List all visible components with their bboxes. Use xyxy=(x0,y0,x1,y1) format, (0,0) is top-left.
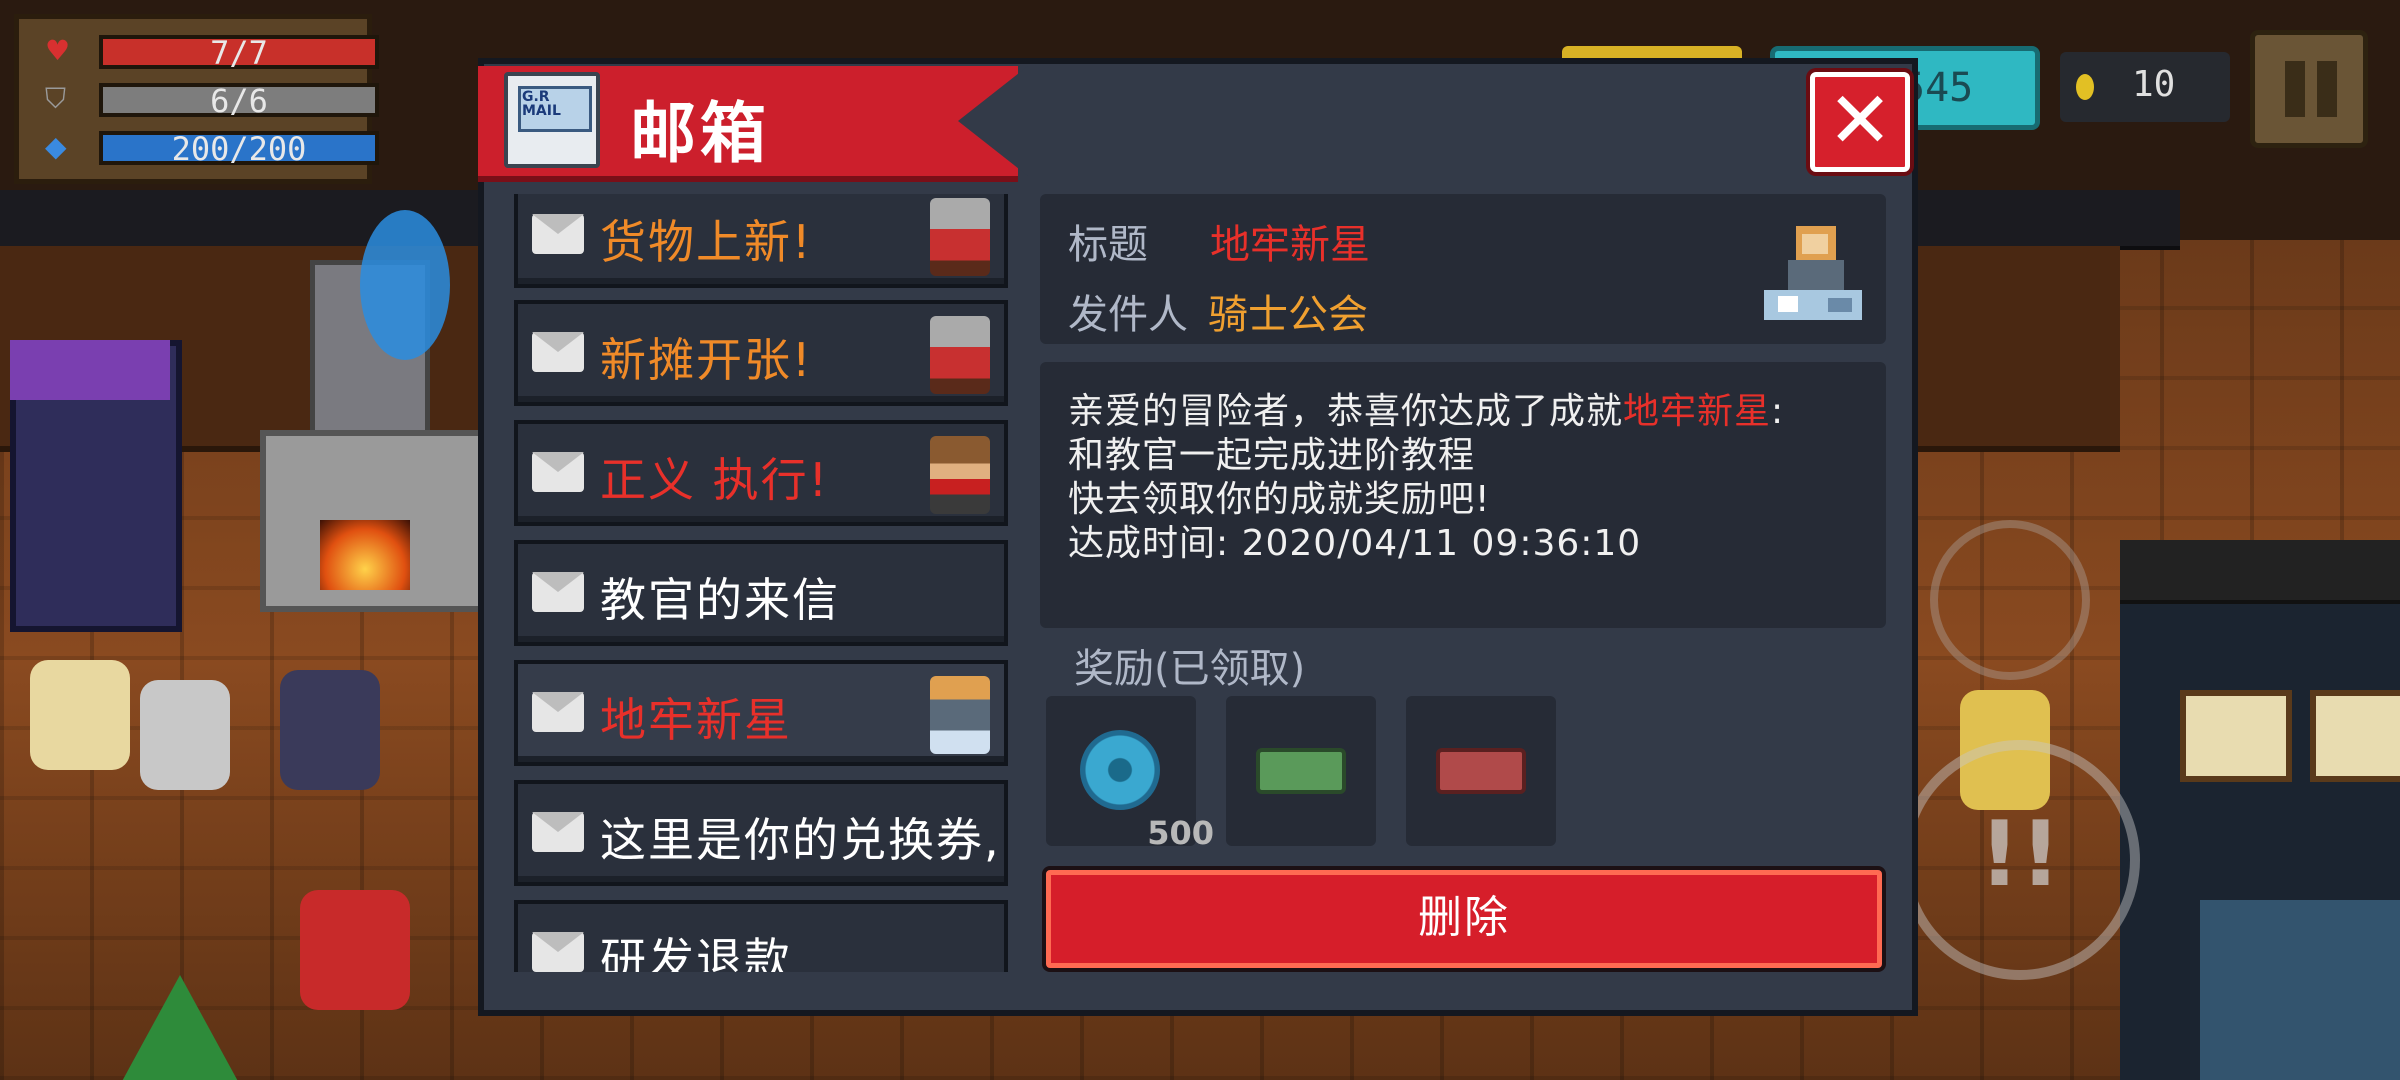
reward-slot xyxy=(1226,696,1376,846)
reward-slot: 500 xyxy=(1046,696,1214,852)
envelope-icon xyxy=(532,692,584,732)
subject-value: 地牢新星 xyxy=(1210,222,1370,268)
envelope-icon xyxy=(532,452,584,492)
mail-item-label: 教官的来信 xyxy=(600,573,840,627)
skill-button[interactable]: !! xyxy=(1900,740,2140,980)
christmas-tree xyxy=(120,975,240,1080)
reward-slot xyxy=(1406,696,1556,846)
achievement-name: 地牢新星 xyxy=(1623,391,1772,432)
reward-title: 奖励(已领取) xyxy=(1074,646,1306,692)
npc-character xyxy=(30,660,130,770)
pause-icon xyxy=(2317,61,2337,117)
subject-label: 标题 xyxy=(1068,222,1148,268)
mailbox-icon: G.R MAIL xyxy=(504,72,600,168)
coin-counter: 10 xyxy=(2060,52,2230,122)
mail-item[interactable]: 研发退款 xyxy=(514,900,1008,972)
dialog-header: G.R MAIL 邮箱 xyxy=(478,66,1028,182)
lightning-skill-icon xyxy=(360,210,450,360)
player-character xyxy=(300,890,410,1010)
envelope-icon xyxy=(532,214,584,254)
mail-item-label: 货物上新! xyxy=(600,215,813,269)
mail-item-label: 新摊开张! xyxy=(600,333,813,387)
mail-item-selected[interactable]: 地牢新星 xyxy=(514,660,1008,766)
npc-character xyxy=(280,670,380,790)
hp-value: 7/7 xyxy=(99,35,379,69)
energy-row: ◆ 200/200 xyxy=(33,129,379,165)
mail-item[interactable]: 教官的来信 xyxy=(514,540,1008,646)
mail-info-box: 标题 地牢新星 发件人 骑士公会 xyxy=(1040,194,1886,344)
mail-item-label: 研发退款 xyxy=(600,933,792,972)
shield-icon: ⛉ xyxy=(45,82,67,115)
mailbox-dialog: G.R MAIL 邮箱 ✕ 货物上新! 新摊开张! 正义 执行! 教官的来信 地牢… xyxy=(478,58,1918,1016)
energy-diamond-icon: ◆ xyxy=(45,130,67,163)
mail-item-label: 正义 执行! xyxy=(600,453,830,507)
mail-item-label: 这里是你的兑换券, xyxy=(600,813,1001,867)
sender-value: 骑士公会 xyxy=(1208,292,1368,338)
mail-icon-text: G.R MAIL xyxy=(522,89,561,119)
pause-button[interactable] xyxy=(2250,30,2368,148)
energy-value: 200/200 xyxy=(99,131,379,165)
right-room-wall xyxy=(2120,540,2400,604)
mail-item[interactable]: 正义 执行! xyxy=(514,420,1008,526)
armor-row: ⛉ 6/6 xyxy=(33,81,379,117)
gem-coin-icon xyxy=(1080,730,1160,810)
heart-icon: ♥ xyxy=(45,34,71,67)
merchant-icon xyxy=(930,316,990,394)
reward-count: 500 xyxy=(1147,814,1214,852)
envelope-icon xyxy=(532,332,584,372)
mail-body: 亲爱的冒险者，恭喜你达成了成就地牢新星: 和教官一起完成进阶教程 快去领取你的成… xyxy=(1040,362,1886,628)
guild-knight-icon xyxy=(1758,216,1868,326)
notice-board xyxy=(2180,690,2292,782)
notice-board xyxy=(2310,690,2400,782)
dialog-title: 邮箱 xyxy=(630,95,770,172)
envelope-icon xyxy=(532,572,584,612)
header-notch xyxy=(958,66,1028,176)
red-ticket-icon xyxy=(1436,748,1526,794)
coin-count: 10 xyxy=(2132,64,2176,105)
armor-value: 6/6 xyxy=(99,83,379,117)
mail-item[interactable]: 货物上新! xyxy=(514,194,1008,288)
mail-item-label: 地牢新星 xyxy=(600,693,792,747)
weapon-switch-button[interactable] xyxy=(1930,520,2090,680)
npc-character xyxy=(140,680,230,790)
body-text: : xyxy=(1771,391,1785,432)
merchant-icon xyxy=(930,198,990,276)
vending-machine-top xyxy=(10,340,170,400)
fire xyxy=(320,520,410,590)
close-button[interactable]: ✕ xyxy=(1810,72,1910,172)
player-stats-panel: ♥ 7/7 ⛉ 6/6 ◆ 200/200 xyxy=(14,14,379,184)
green-ticket-icon xyxy=(1256,748,1346,794)
sender-label: 发件人 xyxy=(1068,292,1188,338)
achievement-time: 达成时间: 2020/04/11 09:36:10 xyxy=(1068,523,1642,564)
pause-icon xyxy=(2285,61,2305,117)
envelope-icon xyxy=(532,932,584,972)
blue-tile-floor xyxy=(2200,900,2400,1080)
hp-row: ♥ 7/7 xyxy=(33,33,379,69)
mail-item[interactable]: 新摊开张! xyxy=(514,300,1008,406)
bandit-icon xyxy=(930,436,990,514)
coin-icon xyxy=(2076,74,2094,100)
delete-button[interactable]: 删除 xyxy=(1046,870,1882,968)
guild-knight-icon xyxy=(930,676,990,754)
envelope-icon xyxy=(532,812,584,852)
mail-list[interactable]: 货物上新! 新摊开张! 正义 执行! 教官的来信 地牢新星 这里是你的兑换券, xyxy=(514,194,1014,972)
mail-item[interactable]: 这里是你的兑换券, xyxy=(514,780,1008,886)
